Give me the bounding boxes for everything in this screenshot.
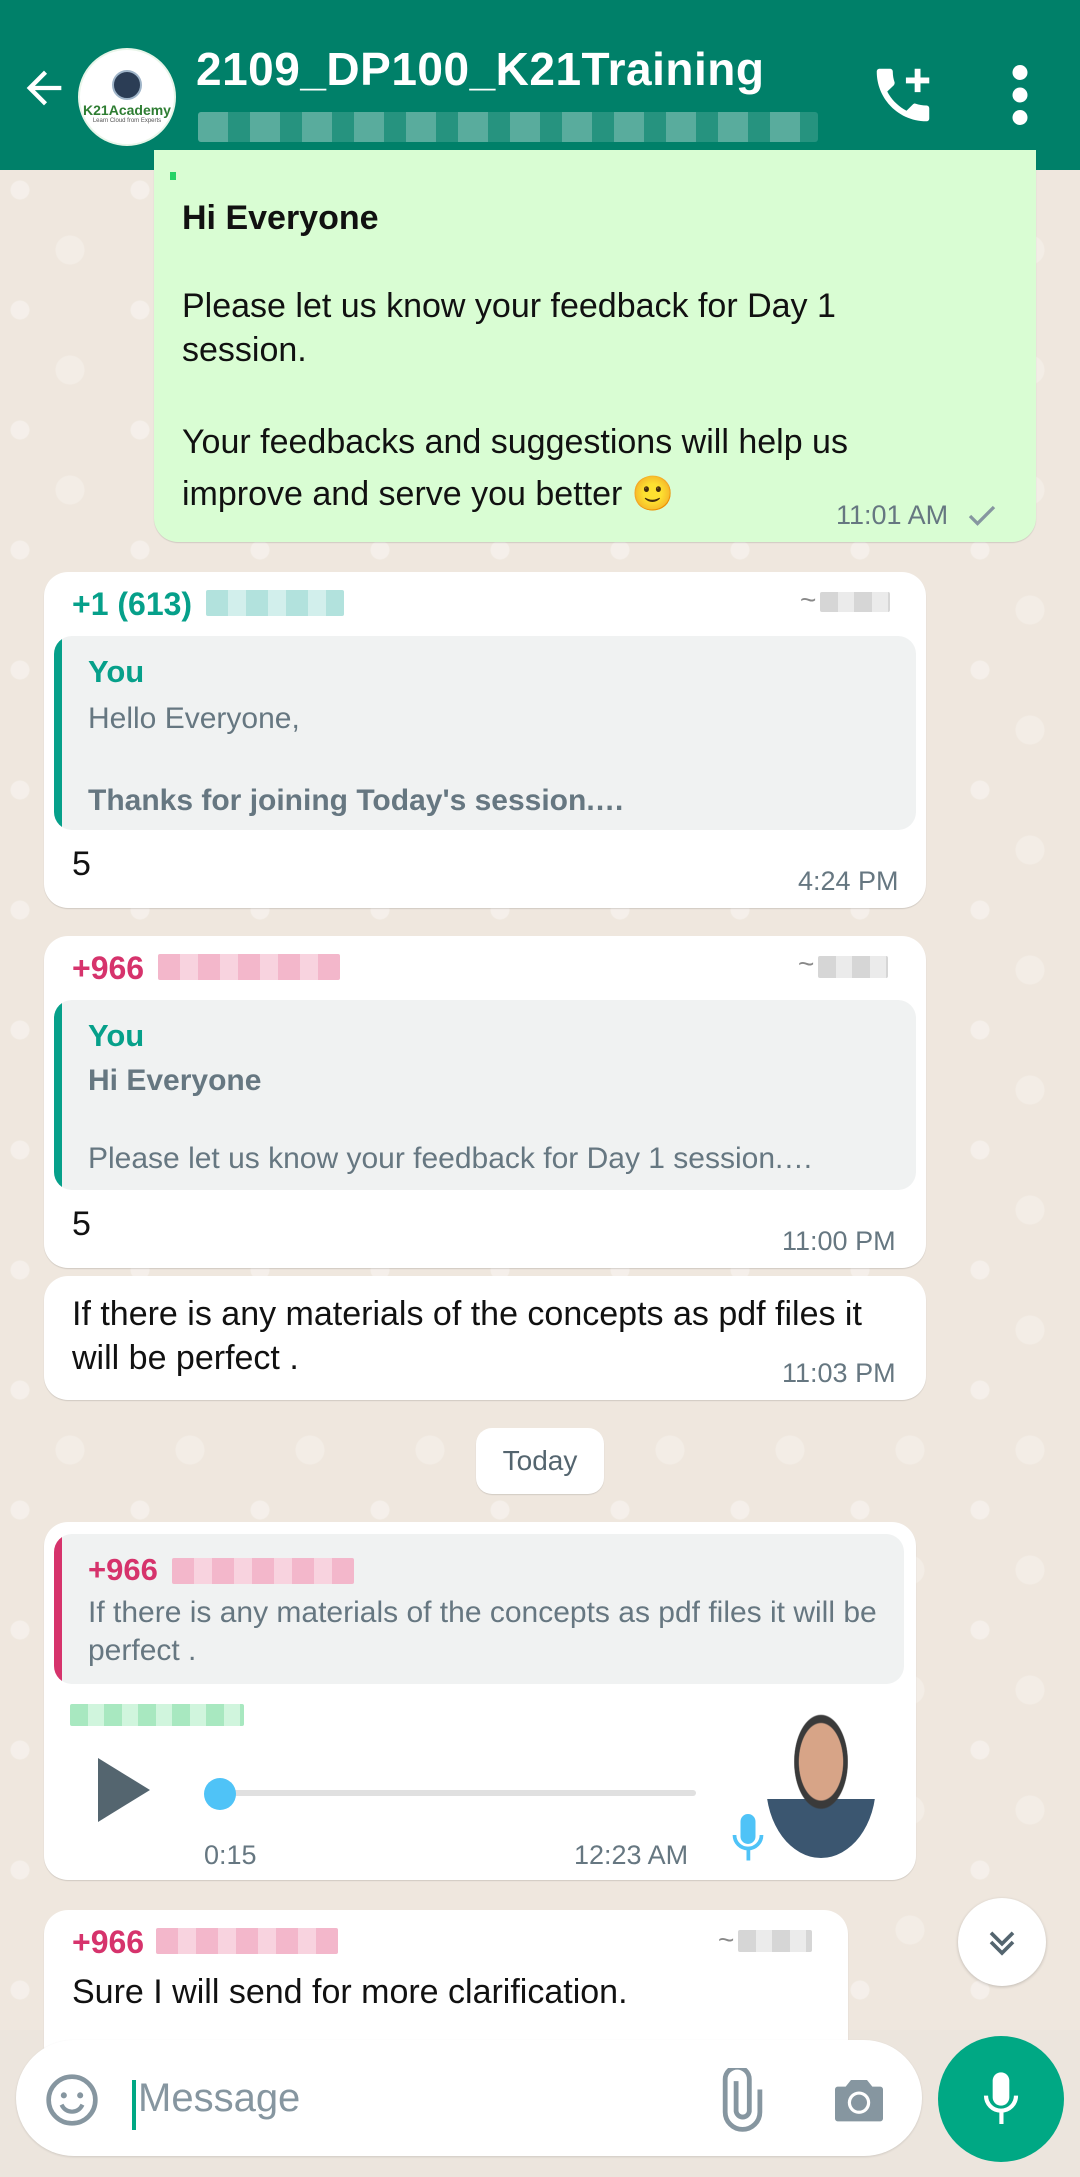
voice-progress-track[interactable] [206,1790,696,1796]
quoted-message[interactable]: You Hello Everyone, Thanks for joining T… [54,636,916,830]
message-text: Your feedbacks and suggestions will help… [182,423,848,513]
quote-author: +966 [88,1552,158,1587]
sender-alias-redacted: ~ [718,1924,735,1955]
date-separator: Today [476,1428,604,1494]
quote-stub [170,172,176,180]
redacted-sender-name [70,1704,244,1726]
quote-text: Thanks for joining Today's session.… [88,784,625,817]
quote-text: Hello Everyone, [88,702,300,735]
record-voice-button[interactable] [938,2036,1064,2162]
redacted-number [172,1558,354,1584]
redacted-alias [818,956,888,978]
quote-bar [54,1534,62,1684]
group-avatar[interactable]: K21Academy Learn Cloud from Experts [78,48,176,146]
message-time: 11:01 AM [836,500,949,530]
mic-icon [983,2072,1019,2124]
redacted-number [206,590,344,616]
emoji-icon[interactable] [44,2072,100,2128]
quote-text: Please let us know your feedback for Day… [88,1142,814,1175]
redacted-number [156,1928,338,1954]
mic-icon [732,1814,764,1861]
add-call-icon[interactable] [868,60,938,130]
message-time: 11:00 PM [782,1226,896,1256]
message-text: 5 [72,845,91,883]
shield-badge-icon [112,70,142,100]
chat-title[interactable]: 2109_DP100_K21Training [196,42,764,96]
redacted-number [158,954,340,980]
scroll-down-button[interactable] [958,1898,1046,1986]
scroll-down-icon [989,1931,1015,1956]
voice-duration: 0:15 [204,1840,257,1870]
quote-bar [54,1000,62,1190]
sender-avatar[interactable] [766,1710,876,1858]
chat-header: K21Academy Learn Cloud from Experts 2109… [0,0,1080,170]
sender-phone[interactable]: +1 (613) [72,586,192,623]
message-time: 12:23 AM [574,1840,689,1870]
sender-phone[interactable]: +966 [72,1924,144,1961]
camera-icon[interactable] [826,2068,892,2132]
play-icon[interactable] [98,1758,150,1822]
quoted-message[interactable]: You Hi Everyone Please let us know your … [54,1000,916,1190]
message-text: Please let us know your feedback for Day… [182,287,836,369]
sender-alias-redacted: ~ [800,584,817,615]
redacted-alias [738,1930,812,1952]
more-vert-icon[interactable] [1000,60,1040,130]
back-arrow-icon[interactable] [18,62,70,114]
sender-phone[interactable]: +966 [72,950,144,987]
avatar-logo-text: K21Academy [83,102,171,118]
avatar-logo-sub: Learn Cloud from Experts [92,118,162,124]
quote-text: If there is any materials of the concept… [88,1596,877,1667]
read-check-icon [968,505,996,526]
message-time: 4:24 PM [798,866,899,896]
text-cursor [132,2080,136,2130]
message-text: 5 [72,1205,91,1243]
message-text: Sure I will send for more clarification. [72,1973,628,2011]
redacted-alias [820,592,890,612]
quote-author: You [88,1018,145,1053]
quote-bar [54,636,62,830]
message-input[interactable]: Message [138,2076,300,2121]
sender-alias-redacted: ~ [798,948,815,979]
message-text: If there is any materials of the concept… [72,1295,862,1377]
attach-icon[interactable] [706,2068,770,2132]
voice-progress-knob[interactable] [204,1778,236,1810]
quote-author: You [88,654,145,689]
message-time: 11:03 PM [782,1358,896,1388]
quoted-message[interactable]: +966 If there is any materials of the co… [54,1534,904,1684]
members-list-redacted[interactable] [198,112,818,142]
message-heading: Hi Everyone [182,199,379,237]
quote-text: Hi Everyone [88,1064,262,1097]
